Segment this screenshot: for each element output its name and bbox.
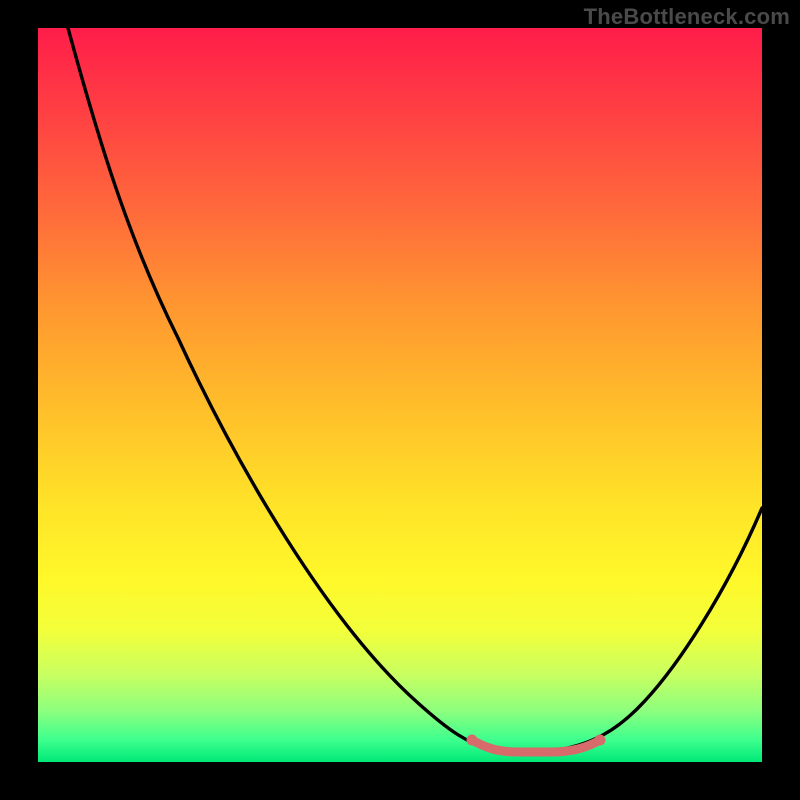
mismatch-curve — [68, 28, 762, 750]
optimum-marker-right — [595, 735, 606, 746]
optimum-range-highlight — [472, 740, 600, 752]
watermark-text: TheBottleneck.com — [584, 4, 790, 30]
bottleneck-curve — [38, 28, 762, 762]
chart-frame: TheBottleneck.com — [0, 0, 800, 800]
optimum-marker-left — [467, 735, 478, 746]
plot-area — [38, 28, 762, 762]
